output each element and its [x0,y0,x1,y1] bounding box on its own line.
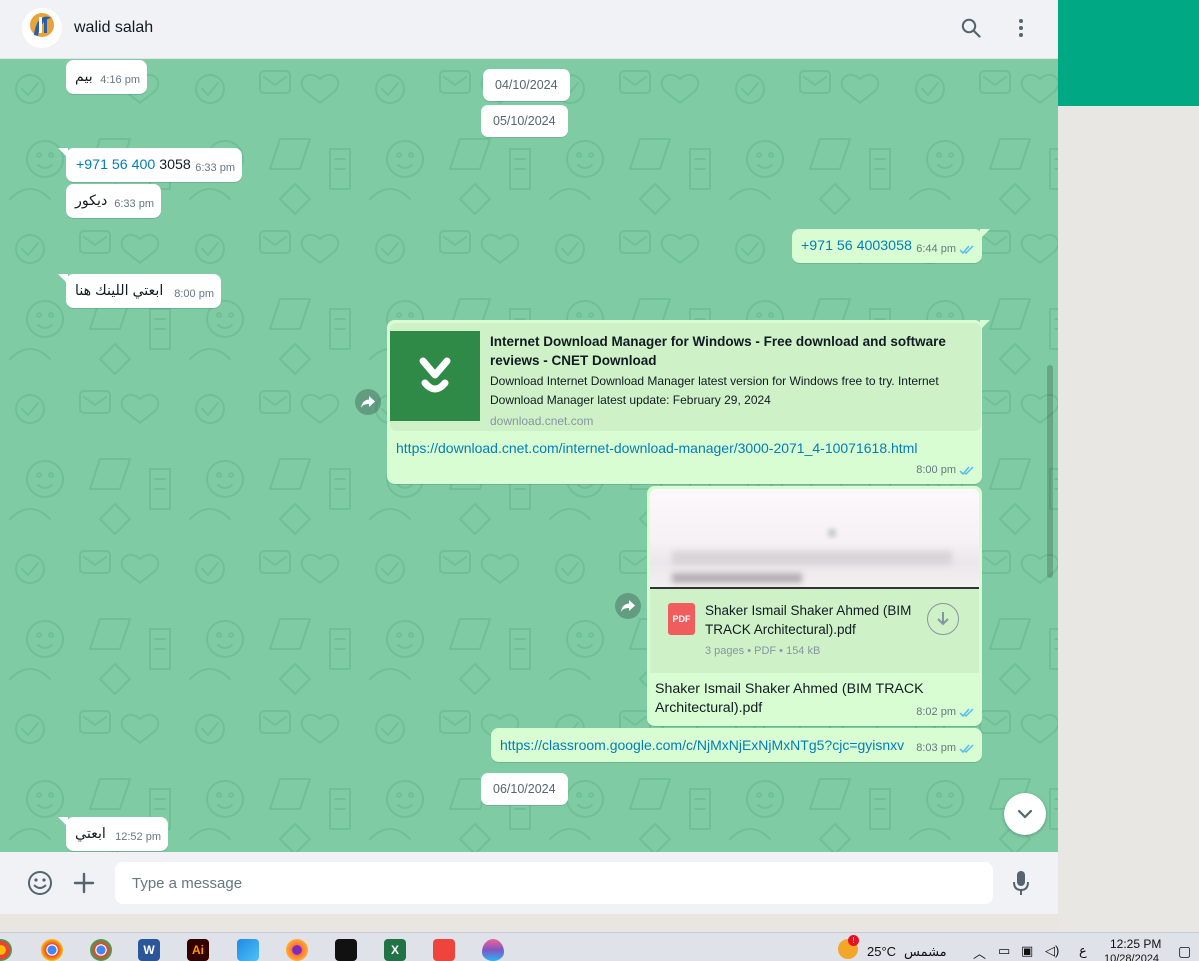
side-panel-background [1058,106,1199,932]
message-text: ابعتي [75,826,106,842]
read-ticks-icon [959,245,974,255]
message-composer [0,852,1058,914]
attach-plus-icon[interactable] [70,869,98,897]
clock-time[interactable]: 12:25 PM [1110,937,1161,951]
message-time: 8:00 pm [174,288,214,300]
message-link[interactable]: https://classroom.google.com/c/NjMxNjExN… [500,736,904,755]
pdf-thumbnail[interactable] [650,489,979,589]
message-bubble-outgoing[interactable]: +971 56 4003058 6:44 pm [792,229,990,263]
weather-alert-badge: ! [848,935,859,946]
forward-icon [621,600,635,612]
document-details: 3 pages • PDF • 154 kB [705,645,821,657]
forward-icon [361,396,375,408]
message-bubble-incoming[interactable]: ابعتي 12:52 pm [58,817,168,851]
message-time: 8:02 pm [916,706,956,718]
link-preview-domain: download.cnet.com [490,414,594,428]
input-language[interactable]: ع [1079,943,1087,959]
chat-scrollbar[interactable] [1047,365,1053,578]
drop-app-icon[interactable] [482,939,504,961]
search-icon[interactable] [959,16,983,40]
cnet-download-thumbnail [390,331,480,421]
date-chip: 06/10/2024 [481,773,568,805]
download-arrow-icon [419,357,451,393]
side-panel-green-bar [1058,0,1199,106]
message-caption: Shaker Ismail Shaker Ahmed (BIM TRACK Ar… [655,681,924,716]
chrome-icon[interactable] [41,939,63,961]
bubble-tail [58,274,68,284]
message-time: 8:03 pm [916,742,956,754]
read-ticks-icon [959,708,974,718]
phone-rest: 3058 [155,157,191,173]
scroll-to-bottom-button[interactable] [1004,793,1046,835]
excel-icon[interactable]: X [384,939,406,961]
chevron-down-icon [1017,809,1033,819]
document-name: Shaker Ismail Shaker Ahmed (BIM TRACK Ar… [705,603,912,637]
message-bubble-incoming[interactable]: ابعتي اللينك هنا 8:00 pm [58,274,221,308]
weather-temperature[interactable]: 25°C [867,944,896,959]
download-icon [937,612,949,626]
firefox-icon[interactable] [286,939,308,961]
tray-device-icon[interactable]: ▭ [998,943,1010,959]
microphone-icon[interactable] [1007,869,1035,897]
bubble-tail [58,817,68,827]
download-button[interactable] [927,603,959,635]
network-icon[interactable]: ▣ [1021,943,1033,959]
chat-window: walid salah 04/10/2024 05/10/2024 06/10/… [0,0,1058,914]
message-link[interactable]: https://download.cnet.com/internet-downl… [396,439,917,458]
bubble-tail [980,320,990,330]
message-time: 8:00 pm [916,464,956,476]
read-ticks-icon [959,466,974,476]
radiance-logo-icon [28,13,56,43]
link-preview-description: Download Internet Download Manager lates… [490,374,939,407]
notifications-icon[interactable]: ▢ [1178,943,1191,960]
phone-link[interactable]: +971 56 400 [76,157,155,173]
message-bubble-outgoing[interactable]: https://classroom.google.com/c/NjMxNjExN… [491,728,982,762]
chat-body[interactable]: 04/10/2024 05/10/2024 06/10/2024 بيم 4:1… [0,59,1058,852]
pdf-file-icon: PDF [668,603,695,635]
phone-link[interactable]: +971 56 4003058 [801,237,912,256]
message-time: 12:52 pm [115,831,161,843]
word-icon[interactable]: W [138,939,160,961]
emoji-icon[interactable] [26,869,54,897]
volume-icon[interactable]: ◁) [1045,943,1059,959]
message-text: ابعتي اللينك هنا [75,283,164,299]
message-input[interactable] [115,862,993,904]
link-preview-card[interactable]: Internet Download Manager for Windows - … [390,323,981,431]
message-text: بيم [75,69,93,85]
paint-icon[interactable] [237,939,259,961]
date-chip: 04/10/2024 [483,69,570,101]
taskbar-app-icon[interactable] [0,939,12,961]
message-time: 6:44 pm [916,243,956,255]
forward-button[interactable] [615,593,641,619]
chrome-profile-icon[interactable] [90,939,112,961]
anydesk-icon[interactable] [433,939,455,961]
capcut-icon[interactable] [335,939,357,961]
read-ticks-icon [959,744,974,754]
message-time: 4:16 pm [100,74,140,86]
message-time: 6:33 pm [195,162,235,174]
weather-condition[interactable]: مشمس [904,944,947,960]
bubble-tail [980,229,990,239]
avatar[interactable] [22,8,62,48]
menu-dots-icon[interactable] [1009,16,1033,40]
message-bubble-incoming[interactable]: +971 56 400 3058 6:33 pm [58,148,242,182]
chat-header[interactable]: walid salah [0,0,1058,59]
date-chip: 05/10/2024 [481,105,568,137]
contact-name[interactable]: walid salah [74,19,153,37]
forward-button[interactable] [355,389,381,415]
bubble-tail [58,148,68,158]
windows-taskbar: W Ai X ! 25°C مشمس ︿ ▭ ▣ ◁) ع 12:25 PM 1… [0,932,1199,961]
message-bubble-outgoing[interactable]: PDF Shaker Ismail Shaker Ahmed (BIM TRAC… [647,486,982,726]
message-bubble-outgoing[interactable]: Internet Download Manager for Windows - … [387,320,990,484]
message-bubble-incoming[interactable]: ديكور 6:33 pm [66,184,161,218]
clock-date[interactable]: 10/28/2024 [1104,953,1159,961]
message-text: ديكور [75,193,108,209]
document-card[interactable]: PDF Shaker Ismail Shaker Ahmed (BIM TRAC… [650,589,979,673]
illustrator-icon[interactable]: Ai [187,939,209,961]
message-bubble-incoming[interactable]: بيم 4:16 pm [66,60,147,94]
system-tray-chevron-icon[interactable]: ︿ [973,943,986,961]
link-preview-title: Internet Download Manager for Windows - … [490,334,946,368]
message-time: 6:33 pm [114,198,154,210]
